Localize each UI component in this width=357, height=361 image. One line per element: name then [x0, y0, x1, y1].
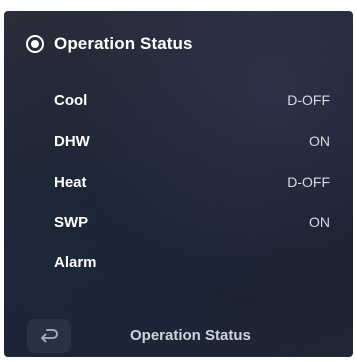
back-button[interactable] — [27, 319, 71, 353]
footer-title: Operation Status — [130, 327, 251, 344]
row-label: SWP — [54, 213, 89, 231]
row-label: Alarm — [54, 253, 97, 271]
section-header: Operation Status — [26, 34, 193, 54]
row-label: DHW — [54, 132, 90, 150]
footer-bar: Operation Status — [4, 313, 353, 357]
status-row-swp: SWP ON — [54, 210, 330, 234]
row-label: Cool — [54, 91, 88, 109]
row-value: ON — [309, 214, 330, 230]
status-row-alarm: Alarm — [54, 250, 330, 274]
row-value: ON — [309, 133, 330, 149]
device-screen: Operation Status Cool D-OFF DHW ON Heat … — [4, 11, 353, 357]
row-value: D-OFF — [287, 92, 330, 108]
section-title: Operation Status — [54, 34, 193, 53]
row-value: D-OFF — [287, 174, 330, 190]
status-row-cool: Cool D-OFF — [54, 88, 330, 112]
status-row-heat: Heat D-OFF — [54, 170, 330, 194]
row-label: Heat — [54, 173, 87, 191]
status-row-dhw: DHW ON — [54, 129, 330, 153]
radio-selected-icon — [26, 35, 44, 53]
return-arrow-icon — [41, 329, 58, 343]
